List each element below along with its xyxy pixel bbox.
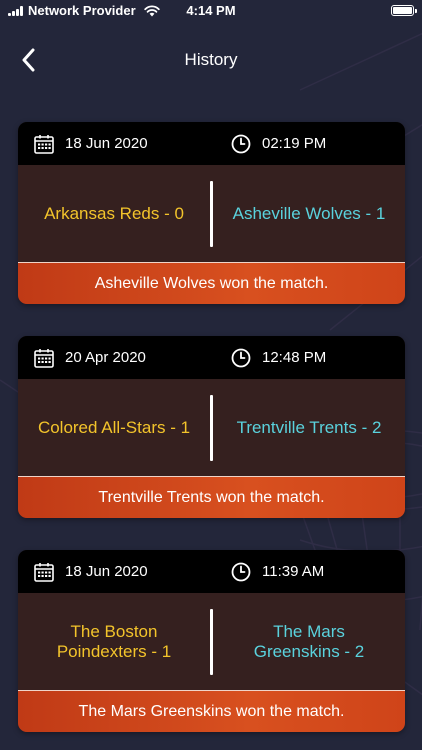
match-date-text: 18 Jun 2020 bbox=[65, 563, 148, 580]
match-card-header: 18 Jun 2020 02:19 PM bbox=[18, 122, 405, 165]
clock-icon bbox=[231, 562, 251, 581]
away-team-score: The Mars Greenskins - 2 bbox=[253, 621, 365, 661]
status-bar: Network Provider 4:14 PM bbox=[0, 0, 422, 22]
match-date: 20 Apr 2020 bbox=[34, 336, 146, 379]
match-card[interactable]: 18 Jun 2020 11:39 AM The Boston Poindext… bbox=[18, 550, 405, 732]
home-team-score: Colored All-Stars - 1 bbox=[37, 417, 191, 437]
match-time: 11:39 AM bbox=[231, 550, 324, 593]
match-time-text: 11:39 AM bbox=[262, 563, 325, 580]
match-card-header: 18 Jun 2020 11:39 AM bbox=[18, 550, 405, 593]
battery-icon bbox=[391, 5, 417, 16]
clock-icon bbox=[231, 348, 251, 367]
status-time: 4:14 PM bbox=[186, 3, 236, 18]
match-teams: The Boston Poindexters - 1 The Mars Gree… bbox=[18, 593, 405, 690]
match-card-header: 20 Apr 2020 12:48 PM bbox=[18, 336, 405, 379]
match-date-text: 20 Apr 2020 bbox=[65, 349, 146, 366]
home-team-score: Arkansas Reds - 0 bbox=[44, 203, 184, 223]
match-date-text: 18 Jun 2020 bbox=[65, 135, 148, 152]
clock-icon bbox=[231, 134, 251, 153]
calendar-icon bbox=[34, 348, 54, 368]
match-time: 12:48 PM bbox=[231, 336, 326, 379]
match-time-text: 02:19 PM bbox=[262, 135, 327, 152]
match-date: 18 Jun 2020 bbox=[34, 550, 148, 593]
match-time: 02:19 PM bbox=[231, 122, 326, 165]
match-result: The Mars Greenskins won the match. bbox=[18, 690, 405, 732]
calendar-icon bbox=[34, 134, 54, 154]
away-team-score: Trentville Trents - 2 bbox=[236, 417, 382, 437]
nav-bar: History bbox=[0, 36, 422, 84]
match-result: Asheville Wolves won the match. bbox=[18, 262, 405, 304]
match-teams: Arkansas Reds - 0 Asheville Wolves - 1 bbox=[18, 165, 405, 262]
home-team-score: The Boston Poindexters - 1 bbox=[56, 621, 172, 661]
history-screen: Network Provider 4:14 PM History 18 Jun … bbox=[0, 0, 422, 750]
match-result: Trentville Trents won the match. bbox=[18, 476, 405, 518]
calendar-icon bbox=[34, 562, 54, 582]
away-team-score: Asheville Wolves - 1 bbox=[232, 203, 386, 223]
match-date: 18 Jun 2020 bbox=[34, 122, 148, 165]
page-title: History bbox=[184, 50, 238, 69]
match-card[interactable]: 20 Apr 2020 12:48 PM Colored All-Stars -… bbox=[18, 336, 405, 518]
match-time-text: 12:48 PM bbox=[262, 349, 327, 366]
match-card[interactable]: 18 Jun 2020 02:19 PM Arkansas Reds - 0 A… bbox=[18, 122, 405, 304]
match-teams: Colored All-Stars - 1 Trentville Trents … bbox=[18, 379, 405, 476]
